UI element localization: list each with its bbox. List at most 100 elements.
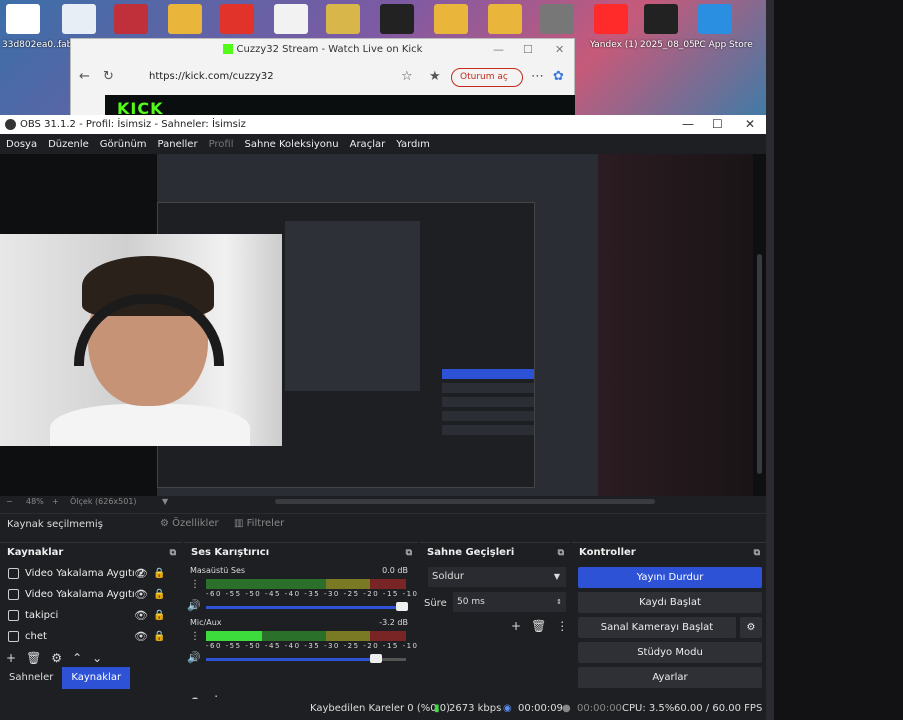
volume-slider-fill xyxy=(206,658,376,661)
virtual-camera-settings-icon[interactable]: ⚙ xyxy=(740,617,762,638)
desktop-icon[interactable] xyxy=(488,4,522,34)
copilot-icon[interactable]: ✿ xyxy=(553,69,564,84)
close-icon[interactable]: ✕ xyxy=(555,43,564,56)
browser-window[interactable]: Cuzzy32 Stream - Watch Live on Kick — ☐ … xyxy=(70,38,575,121)
source-item[interactable]: chet 👁 🔒 xyxy=(0,626,182,647)
desktop-icon[interactable] xyxy=(6,4,40,34)
source-item[interactable]: Video Yakalama Aygıtı 2 👁 🔒 xyxy=(0,563,182,584)
start-virtual-camera-button[interactable]: Sanal Kamerayı Başlat xyxy=(578,617,736,638)
back-icon[interactable]: ← xyxy=(79,69,90,84)
properties-label: Özellikler xyxy=(172,518,219,529)
kebab-menu-icon[interactable]: ⋮ xyxy=(190,631,200,642)
desktop-icon[interactable] xyxy=(274,4,308,34)
minimize-icon[interactable]: — xyxy=(493,43,504,56)
move-down-icon[interactable]: ⌄ xyxy=(92,651,102,665)
menu-item-dosya[interactable]: Dosya xyxy=(6,139,37,150)
kebab-menu-icon[interactable]: ⋮ xyxy=(556,619,568,633)
meter-ticks: -60 -55 -50 -45 -40 -35 -30 -25 -20 -15 … xyxy=(206,642,442,650)
more-icon[interactable]: ⋯ xyxy=(531,69,544,84)
scale-dropdown-icon[interactable]: ▼ xyxy=(162,497,168,506)
bitrate: 2673 kbps xyxy=(449,703,502,714)
desktop-icon[interactable] xyxy=(594,4,628,34)
spin-arrows-icon[interactable]: ⇕ xyxy=(556,592,562,612)
refresh-icon[interactable]: ↻ xyxy=(103,69,114,84)
volume-slider-handle[interactable] xyxy=(370,654,382,663)
stop-stream-button[interactable]: Yayını Durdur xyxy=(578,567,762,588)
desktop-icon[interactable] xyxy=(220,4,254,34)
kebab-menu-icon[interactable]: ⋮ xyxy=(190,579,200,590)
preview-horizontal-scrollbar[interactable] xyxy=(275,499,655,504)
sign-in-button[interactable]: Oturum aç xyxy=(451,68,523,87)
desktop-icon[interactable] xyxy=(326,4,360,34)
duration-spinbox[interactable]: 50 ms ⇕ xyxy=(453,592,566,612)
desktop-icon[interactable] xyxy=(434,4,468,34)
tab-scenes[interactable]: Sahneler xyxy=(0,667,62,689)
desktop-icon[interactable] xyxy=(114,4,148,34)
nested-vcam-button xyxy=(442,397,534,407)
transition-selected: Soldur xyxy=(432,571,465,582)
undock-icon[interactable]: ⧉ xyxy=(170,543,176,563)
lock-icon[interactable]: 🔒 xyxy=(153,631,165,642)
zoom-in-icon[interactable]: + xyxy=(52,497,59,506)
desktop-icon[interactable] xyxy=(168,4,202,34)
desktop-icon[interactable] xyxy=(540,4,574,34)
add-icon[interactable]: + xyxy=(6,651,16,665)
preview-vertical-scrollbar[interactable] xyxy=(757,254,762,474)
undock-icon[interactable]: ⧉ xyxy=(754,543,760,563)
favorites-icon[interactable]: ★ xyxy=(429,69,441,84)
lock-icon[interactable]: 🔒 xyxy=(153,568,165,579)
lock-icon[interactable]: 🔒 xyxy=(153,610,165,621)
scene-dark-region xyxy=(598,154,753,496)
menu-item-paneller[interactable]: Paneller xyxy=(158,139,198,150)
visibility-eye-icon[interactable]: 👁 xyxy=(134,630,148,643)
close-icon[interactable]: ✕ xyxy=(745,115,755,134)
desktop-icon[interactable] xyxy=(698,4,732,34)
duration-value: 50 ms xyxy=(457,597,485,607)
visibility-eye-icon[interactable]: 👁 xyxy=(134,609,148,622)
desktop-icon[interactable] xyxy=(644,4,678,34)
studio-mode-button[interactable]: Stüdyo Modu xyxy=(578,642,762,663)
gear-icon[interactable]: ⚙ xyxy=(51,651,62,665)
undock-icon[interactable]: ⧉ xyxy=(406,543,412,563)
add-icon[interactable]: + xyxy=(511,619,521,633)
speaker-icon[interactable]: 🔊 xyxy=(187,599,201,612)
menu-item-görünüm[interactable]: Görünüm xyxy=(100,139,147,150)
properties-button[interactable]: ⚙ Özellikler xyxy=(160,518,219,529)
menu-item-yardım[interactable]: Yardım xyxy=(396,139,430,150)
favorite-star-icon[interactable]: ☆ xyxy=(401,69,413,84)
trash-icon[interactable]: 🗑 xyxy=(26,651,41,665)
start-recording-button[interactable]: Kaydı Başlat xyxy=(578,592,762,613)
transition-select[interactable]: Soldur ▼ xyxy=(428,567,566,587)
maximize-icon[interactable]: ☐ xyxy=(712,115,723,134)
menu-item-profil[interactable]: Profil xyxy=(209,139,234,150)
source-name: Video Yakalama Aygıtı xyxy=(25,589,135,600)
menu-item-düzenle[interactable]: Düzenle xyxy=(48,139,89,150)
visibility-eye-icon[interactable]: 👁 xyxy=(134,567,148,580)
preview-canvas[interactable] xyxy=(0,154,766,496)
filters-button[interactable]: ▥ Filtreler xyxy=(234,518,284,529)
source-item[interactable]: Video Yakalama Aygıtı 👁 🔒 xyxy=(0,584,182,605)
source-item[interactable]: takipci 👁 🔒 xyxy=(0,605,182,626)
maximize-icon[interactable]: ☐ xyxy=(523,43,533,56)
minimize-icon[interactable]: — xyxy=(682,115,694,134)
channel-name: Masaüstü Ses xyxy=(190,566,246,575)
speaker-icon[interactable]: 🔊 xyxy=(187,651,201,664)
tab-sources[interactable]: Kaynaklar xyxy=(62,667,131,689)
menu-item-sahne-koleksiyonu[interactable]: Sahne Koleksiyonu xyxy=(245,139,339,150)
menu-item-araçlar[interactable]: Araçlar xyxy=(350,139,386,150)
trash-icon[interactable]: 🗑 xyxy=(531,619,546,633)
settings-button[interactable]: Ayarlar xyxy=(578,667,762,688)
move-up-icon[interactable]: ⌃ xyxy=(72,651,82,665)
desktop-icon[interactable] xyxy=(62,4,96,34)
zoom-out-icon[interactable]: − xyxy=(6,497,13,506)
desktop-dark-panel xyxy=(766,0,903,720)
undock-icon[interactable]: ⧉ xyxy=(558,543,564,563)
lock-icon[interactable]: 🔒 xyxy=(153,589,165,600)
audio-mixer-dock: Ses Karıştırıcı ⧉ Masaüstü Ses 0.0 dB ⋮ -60 … xyxy=(184,542,442,720)
visibility-eye-icon[interactable]: 👁 xyxy=(134,588,148,601)
desktop-icon[interactable] xyxy=(380,4,414,34)
channel-name: Mic/Aux xyxy=(190,618,222,627)
address-bar[interactable]: https://kick.com/cuzzy32 xyxy=(133,67,413,87)
volume-slider-handle[interactable] xyxy=(396,602,408,611)
filters-label: Filtreler xyxy=(246,518,285,529)
